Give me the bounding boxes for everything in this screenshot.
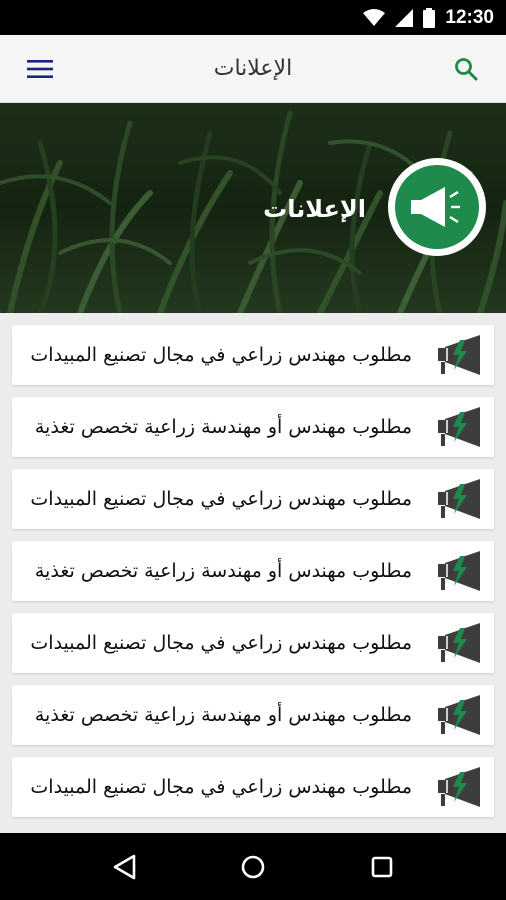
hero-banner: الإعلانات xyxy=(0,103,506,313)
announcement-card[interactable]: مطلوب مهندس أو مهندسة زراعية تخصص تغذية xyxy=(12,397,494,457)
announcement-card[interactable]: مطلوب مهندس أو مهندسة زراعية تخصص تغذية xyxy=(12,541,494,601)
announcement-card[interactable]: مطلوب مهندس زراعي في مجال تصنيع المبيدات xyxy=(12,757,494,817)
signal-icon xyxy=(395,8,414,27)
announcement-card[interactable]: مطلوب مهندس أو مهندسة زراعية تخصص تغذية xyxy=(12,685,494,745)
home-button[interactable] xyxy=(228,842,278,892)
navigation-bar xyxy=(0,833,506,900)
app-bar: الإعلانات xyxy=(0,35,506,103)
announcement-title: مطلوب مهندس أو مهندسة زراعية تخصص تغذية xyxy=(34,704,412,726)
status-bar: 12:30 xyxy=(0,0,506,35)
announcement-title: مطلوب مهندس زراعي في مجال تصنيع المبيدات xyxy=(30,344,412,366)
menu-icon xyxy=(27,59,53,78)
announcement-card[interactable]: مطلوب مهندس زراعي في مجال تصنيع المبيدات xyxy=(12,469,494,529)
back-button[interactable] xyxy=(99,842,149,892)
announcement-title: مطلوب مهندس زراعي في مجال تصنيع المبيدات xyxy=(30,632,412,654)
announcement-card[interactable]: مطلوب مهندس زراعي في مجال تصنيع المبيدات xyxy=(12,613,494,673)
announcement-megaphone-icon xyxy=(434,618,484,668)
announcement-megaphone-icon xyxy=(434,690,484,740)
announcement-title: مطلوب مهندس زراعي في مجال تصنيع المبيدات xyxy=(30,488,412,510)
announcement-megaphone-icon xyxy=(434,474,484,524)
home-icon xyxy=(241,855,265,878)
megaphone-icon xyxy=(411,187,460,227)
search-icon xyxy=(455,57,478,80)
hero-badge xyxy=(388,158,486,256)
battery-icon xyxy=(423,7,436,28)
menu-button[interactable] xyxy=(20,49,60,89)
announcement-title: مطلوب مهندس أو مهندسة زراعية تخصص تغذية xyxy=(34,560,412,582)
announcement-megaphone-icon xyxy=(434,402,484,452)
recents-icon xyxy=(371,856,392,877)
status-time: 12:30 xyxy=(445,6,494,28)
hero-title: الإعلانات xyxy=(263,195,366,223)
announcement-card[interactable]: مطلوب مهندس زراعي في مجال تصنيع المبيدات xyxy=(12,325,494,385)
recents-button[interactable] xyxy=(357,842,407,892)
page-title: الإعلانات xyxy=(213,56,293,81)
announcement-megaphone-icon xyxy=(434,546,484,596)
announcement-megaphone-icon xyxy=(434,762,484,812)
announcement-title: مطلوب مهندس زراعي في مجال تصنيع المبيدات xyxy=(30,776,412,798)
announcement-title: مطلوب مهندس أو مهندسة زراعية تخصص تغذية xyxy=(34,416,412,438)
back-icon xyxy=(114,854,136,879)
search-button[interactable] xyxy=(446,49,486,89)
announcement-megaphone-icon xyxy=(434,330,484,380)
wifi-icon xyxy=(363,8,386,26)
announcements-list: مطلوب مهندس زراعي في مجال تصنيع المبيدات… xyxy=(0,313,506,833)
